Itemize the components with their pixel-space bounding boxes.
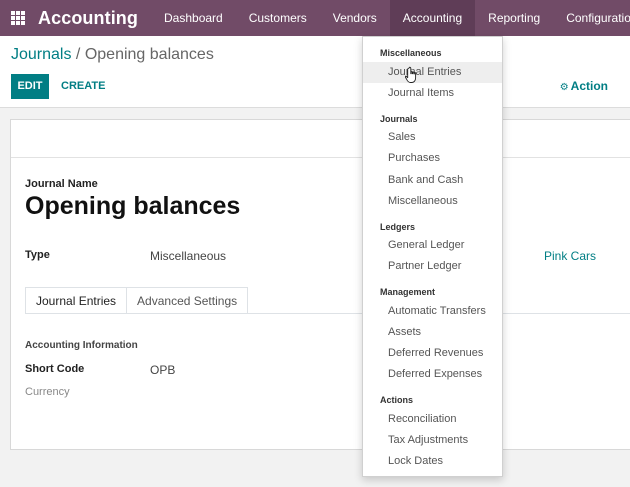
- menu-item-general-ledger[interactable]: General Ledger: [363, 235, 502, 256]
- form-tabs: Journal Entries Advanced Settings: [25, 287, 249, 314]
- accounting-dropdown-menu: Miscellaneous Journal Entries Journal It…: [362, 36, 503, 477]
- menu-item-journal-entries[interactable]: Journal Entries: [363, 62, 502, 83]
- nav-reporting[interactable]: Reporting: [475, 0, 553, 36]
- menu-item-purchases[interactable]: Purchases: [363, 148, 502, 169]
- nav-configuration[interactable]: Configuration: [553, 0, 630, 36]
- top-navbar: Accounting Dashboard Customers Vendors A…: [0, 0, 630, 36]
- breadcrumb-separator: /: [71, 46, 85, 63]
- tab-divider: [25, 313, 630, 314]
- menu-item-tax-adjustments[interactable]: Tax Adjustments: [363, 430, 502, 451]
- menu-item-lock-dates[interactable]: Lock Dates: [363, 451, 502, 472]
- short-code-label: Short Code: [25, 363, 85, 375]
- nav-accounting[interactable]: Accounting: [389, 0, 476, 36]
- gear-icon: ⚙: [559, 82, 569, 93]
- menu-item-reconciliation[interactable]: Reconciliation: [363, 409, 502, 430]
- breadcrumb: Journals / Opening balances: [11, 46, 214, 64]
- breadcrumb-current: Opening balances: [84, 46, 214, 63]
- type-value: Miscellaneous: [150, 249, 227, 263]
- app-brand[interactable]: Accounting: [38, 8, 138, 29]
- type-label: Type: [25, 249, 50, 261]
- hand-cursor-icon: [405, 66, 417, 83]
- edit-button[interactable]: EDIT: [11, 74, 49, 99]
- menu-header-miscellaneous: Miscellaneous: [380, 48, 442, 58]
- short-code-value: OPB: [150, 363, 176, 377]
- menu-item-bank-and-cash[interactable]: Bank and Cash: [363, 170, 502, 191]
- tab-advanced-settings[interactable]: Advanced Settings: [127, 287, 249, 314]
- menu-header-journals: Journals: [380, 114, 418, 124]
- menu-item-deferred-expenses[interactable]: Deferred Expenses: [363, 364, 502, 385]
- action-button[interactable]: ⚙ Action: [560, 74, 608, 99]
- menu-header-management: Management: [380, 287, 436, 297]
- nav-customers[interactable]: Customers: [236, 0, 320, 36]
- form-sheet: Journal Name Opening balances Type Misce…: [10, 119, 630, 450]
- breadcrumb-journals[interactable]: Journals: [11, 46, 71, 63]
- create-button[interactable]: CREATE: [61, 74, 105, 99]
- menu-item-assets[interactable]: Assets: [363, 322, 502, 343]
- menu-item-automatic-transfers[interactable]: Automatic Transfers: [363, 301, 502, 322]
- menu-item-sales[interactable]: Sales: [363, 127, 502, 148]
- sheet-status-bar: [11, 120, 630, 158]
- journal-name-title: Opening balances: [25, 192, 241, 220]
- control-panel: Journals / Opening balances EDIT CREATE …: [0, 36, 630, 108]
- nav-dashboard[interactable]: Dashboard: [151, 0, 236, 36]
- menu-item-journal-items[interactable]: Journal Items: [363, 83, 502, 104]
- menu-item-deferred-revenues[interactable]: Deferred Revenues: [363, 343, 502, 364]
- nav-vendors[interactable]: Vendors: [320, 0, 390, 36]
- apps-menu-icon[interactable]: [11, 11, 25, 25]
- menu-item-miscellaneous[interactable]: Miscellaneous: [363, 191, 502, 212]
- accounting-information-title: Accounting Information: [25, 340, 138, 351]
- menu-item-partner-ledger[interactable]: Partner Ledger: [363, 256, 502, 277]
- menu-header-ledgers: Ledgers: [380, 222, 416, 232]
- company-link[interactable]: Pink Cars: [544, 249, 596, 263]
- journal-name-label: Journal Name: [25, 178, 98, 190]
- action-label: Action: [570, 79, 608, 93]
- currency-label: Currency: [25, 386, 70, 398]
- tab-journal-entries[interactable]: Journal Entries: [25, 287, 128, 314]
- menu-header-actions: Actions: [380, 395, 414, 405]
